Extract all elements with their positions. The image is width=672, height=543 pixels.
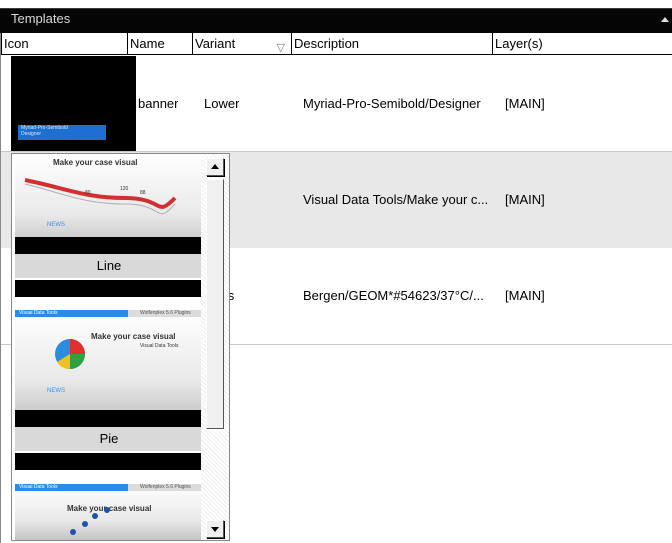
- cell-name: banner: [138, 96, 179, 111]
- cell-layers: [MAIN]: [505, 192, 545, 207]
- preview-header-strip: Visual Data Tools Wolfenplex 5.6 Plugins: [15, 310, 203, 317]
- panel-title: Templates: [11, 11, 71, 26]
- scatter-dot: [70, 529, 76, 535]
- icon-dropdown-list[interactable]: Make your case visual 80 120 88 NEWS Lin…: [11, 153, 230, 541]
- dropdown-scrollbar[interactable]: [201, 154, 229, 540]
- arrow-down-icon: [211, 527, 219, 532]
- cell-variant: Lower: [204, 96, 240, 111]
- column-header-name[interactable]: Name: [127, 33, 192, 55]
- cell-description: Myriad-Pro-Semibold/Designer: [303, 96, 481, 111]
- banner-thumbnail-subtext: Designer: [21, 131, 42, 137]
- black-band: [15, 280, 203, 297]
- panel-titlebar: Templates: [0, 0, 672, 33]
- chart-ribbon-shadow: [24, 183, 176, 215]
- sort-icon: ▽: [276, 42, 285, 54]
- dropdown-item-label: Pie: [15, 427, 203, 451]
- cell-description: Visual Data Tools/Make your c...: [303, 192, 489, 207]
- cell-description: Bergen/GEOM*#54623/37°C/...: [303, 288, 484, 303]
- black-band: [15, 453, 203, 470]
- cell-layers: [MAIN]: [505, 288, 545, 303]
- column-header-description[interactable]: Description: [291, 33, 492, 55]
- preview-header-strip: Visual Data Tools Wolfenplex 5.6 Plugins: [15, 484, 203, 491]
- scatter-dot: [104, 507, 110, 513]
- dropdown-items: Make your case visual 80 120 88 NEWS Lin…: [12, 154, 203, 540]
- chart-value-label: 120: [120, 186, 129, 192]
- chart-value-label: 80: [85, 190, 91, 196]
- column-header-layers[interactable]: Layer(s): [492, 33, 672, 55]
- pie-chart-preview: Visual Data Tools Wolfenplex 5.6 Plugins…: [15, 310, 203, 427]
- strip-right-text: Wolfenplex 5.6 Plugins: [140, 310, 191, 316]
- cell-layers: [MAIN]: [505, 96, 545, 111]
- scatter-dot: [82, 521, 88, 527]
- pie-slice: [70, 354, 85, 369]
- preview-subtitle: Visual Data Tools: [140, 343, 179, 349]
- line-chart-preview: Make your case visual 80 120 88 NEWS: [15, 154, 203, 254]
- scatter-chart-graphic: [70, 507, 110, 535]
- line-chart-graphic: 80 120 88: [24, 178, 177, 215]
- column-header-variant-label: Variant: [195, 36, 236, 51]
- arrow-up-icon: [211, 164, 219, 169]
- collapse-icon[interactable]: [661, 17, 669, 22]
- scroll-thumb[interactable]: [206, 179, 224, 429]
- grid-header: Icon Name Variant ▽ Description Layer(s): [1, 33, 672, 55]
- preview-title: Make your case visual: [91, 332, 176, 341]
- panel-header: Templates: [0, 8, 672, 33]
- scroll-down-button[interactable]: [206, 520, 224, 538]
- scatter-chart-preview: Visual Data Tools Wolfenplex 5.6 Plugins…: [15, 484, 203, 540]
- preview-footer: [15, 410, 203, 427]
- banner-thumbnail-bar: Myriad-Pro-Semibold Designer: [18, 125, 106, 140]
- column-header-variant[interactable]: Variant ▽: [192, 33, 291, 55]
- scroll-up-button[interactable]: [206, 158, 224, 176]
- dropdown-item-label: Line: [15, 254, 203, 278]
- chart-value-label: 88: [140, 190, 146, 196]
- news-label: NEWS: [47, 222, 65, 228]
- preview-footer: [15, 237, 203, 254]
- strip-left-text: Visual Data Tools: [19, 484, 58, 490]
- pie-slice: [70, 339, 85, 354]
- column-header-icon[interactable]: Icon: [1, 33, 127, 55]
- scatter-dot: [92, 513, 98, 519]
- news-label: NEWS: [47, 388, 65, 394]
- preview-title: Make your case visual: [53, 158, 138, 167]
- strip-left-text: Visual Data Tools: [19, 310, 58, 316]
- strip-right-text: Wolfenplex 5.6 Plugins: [140, 484, 191, 490]
- banner-thumbnail: Myriad-Pro-Semibold Designer: [11, 56, 136, 151]
